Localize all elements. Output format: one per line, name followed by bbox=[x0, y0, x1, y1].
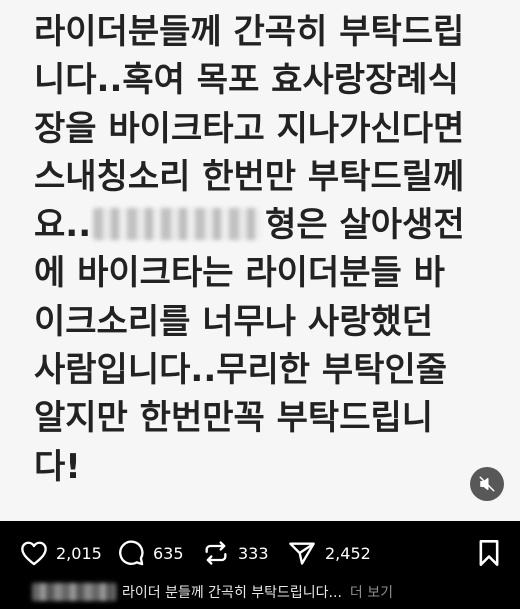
send-icon bbox=[289, 542, 315, 565]
share-count: 2,452 bbox=[325, 543, 371, 563]
post-line-with-redaction: 요.. 형은 살아생전 bbox=[34, 201, 504, 249]
post-line: 다! bbox=[34, 446, 81, 487]
post-line: 니다..혹여 목포 효사랑장례식 bbox=[34, 60, 459, 101]
post-line: 라이더분들께 간곡히 부탁드립 bbox=[34, 12, 465, 52]
like-count: 2,015 bbox=[56, 543, 102, 563]
caption-text: 라이더 분들께 간곡히 부탁드립니다... bbox=[122, 585, 342, 601]
post-line: 사람입니다..무리한 부탁인줄 bbox=[34, 350, 448, 391]
speaker-muted-icon bbox=[479, 476, 495, 492]
heart-icon bbox=[21, 541, 47, 566]
repost-count: 333 bbox=[238, 543, 269, 563]
repost-button[interactable]: 333 bbox=[202, 538, 269, 568]
post-media[interactable]: 라이더분들께 간곡히 부탁드립 니다..혹여 목포 효사랑장례식 장을 바이크타… bbox=[0, 0, 520, 521]
post-line: 장을 바이크타고 지나가신다면 bbox=[34, 108, 465, 149]
post-line-suffix: 형은 살아생전 bbox=[265, 205, 465, 246]
comment-count: 635 bbox=[153, 543, 184, 563]
save-button[interactable] bbox=[476, 539, 502, 571]
post-line: 이크소리를 너무나 사랑했던 bbox=[34, 301, 434, 342]
post-text: 라이더분들께 간곡히 부탁드립 니다..혹여 목포 효사랑장례식 장을 바이크타… bbox=[34, 8, 504, 491]
post-line: 알지만 한번만꼭 부탁드립니 bbox=[34, 398, 434, 439]
like-button[interactable]: 2,015 bbox=[20, 538, 102, 568]
caption-row: 라이더 분들께 간곡히 부탁드립니다... 더 보기 bbox=[0, 578, 520, 606]
share-button[interactable]: 2,452 bbox=[287, 538, 371, 568]
blurred-name-redaction bbox=[93, 208, 262, 241]
post-line-prefix: 요.. bbox=[34, 205, 92, 246]
mute-button[interactable] bbox=[470, 467, 504, 501]
blurred-username[interactable] bbox=[32, 583, 116, 601]
comment-bubble-icon bbox=[119, 540, 144, 566]
comment-button[interactable]: 635 bbox=[117, 538, 184, 568]
post-line: 스내칭소리 한번만 부탁드릴께 bbox=[34, 156, 465, 197]
action-bar: 2,015 635 333 2,452 bbox=[0, 530, 520, 574]
bookmark-icon bbox=[479, 540, 499, 566]
post-line: 에 바이크타는 라이더분들 바 bbox=[34, 253, 445, 294]
more-link[interactable]: 더 보기 bbox=[350, 582, 393, 602]
repost-icon bbox=[205, 541, 227, 565]
